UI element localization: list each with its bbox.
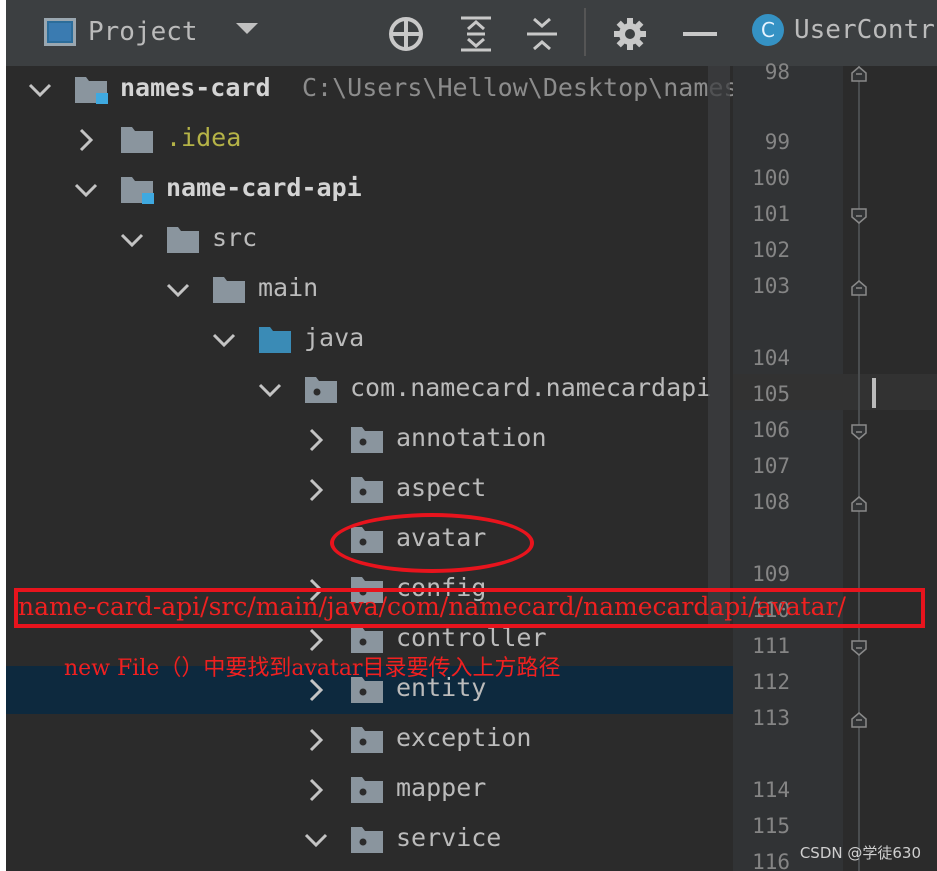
tree-item-path: C:\Users\Hellow\Desktop\names — [302, 73, 733, 102]
tree-item-aspect[interactable]: aspect — [6, 466, 733, 514]
chevron-right-icon[interactable] — [302, 476, 330, 504]
tree-item-exception[interactable]: exception — [6, 716, 733, 764]
annotation-note: new File（）中要找到avatar目录要传入上方路径 — [64, 656, 561, 681]
line-number: 111 — [752, 634, 790, 658]
tree-item-names-card[interactable]: names-card C:\Users\Hellow\Desktop\names — [6, 66, 733, 114]
chevron-down-icon[interactable] — [118, 226, 146, 254]
tree-item-label: annotation — [396, 423, 547, 452]
chevron-down-icon[interactable] — [210, 326, 238, 354]
folder-folder-icon — [166, 224, 200, 254]
line-number: 100 — [752, 166, 790, 190]
fold-marker-icon[interactable] — [851, 712, 867, 728]
chevron-down-icon[interactable] — [72, 176, 100, 204]
line-number: 107 — [752, 454, 790, 478]
tree-item-label: .idea — [166, 123, 242, 152]
line-number: 115 — [752, 814, 790, 838]
tree-scrollbar[interactable] — [708, 66, 730, 626]
fold-marker-icon[interactable] — [851, 66, 867, 82]
collapse-all-icon[interactable] — [522, 14, 562, 54]
line-number: 99 — [764, 130, 790, 154]
package-folder-icon — [350, 474, 384, 504]
line-number: 113 — [752, 706, 790, 730]
line-number: 109 — [752, 562, 790, 586]
chevron-right-icon[interactable] — [302, 776, 330, 804]
gear-icon[interactable] — [610, 14, 650, 54]
watermark: CSDN @学徒630 — [799, 844, 921, 862]
package-folder-icon — [350, 424, 384, 454]
package-folder-icon — [350, 824, 384, 854]
tree-item-annotation[interactable]: annotation — [6, 416, 733, 464]
tree-item-label: service — [396, 823, 502, 852]
chevron-right-icon[interactable] — [302, 726, 330, 754]
source-folder-icon — [258, 324, 292, 354]
line-number: 114 — [752, 778, 790, 802]
minimize-icon[interactable] — [680, 14, 720, 54]
line-number: 102 — [752, 238, 790, 262]
tree-item-java[interactable]: java — [6, 316, 733, 364]
chevron-right-icon[interactable] — [72, 126, 100, 154]
tree-item-mapper[interactable]: mapper — [6, 766, 733, 814]
fold-marker-icon[interactable] — [851, 208, 867, 224]
tree-item-label: com.namecard.namecardapi — [350, 373, 712, 402]
toolbar-separator — [584, 8, 586, 56]
locate-icon[interactable] — [386, 14, 426, 54]
fold-guide — [858, 66, 860, 871]
ide-window: Project C UserContr names-card C:\Users\H… — [6, 0, 937, 871]
line-number: 112 — [752, 670, 790, 694]
tree-item-label: exception — [396, 723, 532, 752]
line-number: 103 — [752, 274, 790, 298]
folder-folder-icon — [212, 274, 246, 304]
dropdown-icon[interactable] — [236, 23, 258, 34]
editor-tab[interactable]: C UserContr — [752, 14, 935, 46]
fold-marker-icon[interactable] — [851, 640, 867, 656]
line-number: 101 — [752, 202, 790, 226]
line-number: 116 — [752, 850, 790, 871]
tree-item-label: java — [304, 323, 365, 352]
class-icon: C — [752, 14, 784, 46]
project-view-icon — [44, 18, 76, 46]
fold-marker-icon[interactable] — [851, 424, 867, 440]
project-tree: names-card C:\Users\Hellow\Desktop\names.… — [6, 66, 733, 871]
package-folder-icon — [304, 374, 338, 404]
tree-item-main[interactable]: main — [6, 266, 733, 314]
line-number: 105 — [752, 382, 790, 406]
package-folder-icon — [350, 774, 384, 804]
tree-item-label: name-card-api — [166, 173, 362, 202]
fold-marker-icon[interactable] — [851, 280, 867, 296]
annotation-path: name-card-api/src/main/java/com/namecard… — [18, 592, 846, 621]
tree-item-label: mapper — [396, 773, 487, 802]
tree-item-label: main — [258, 273, 319, 302]
tree-item-com-namecard-namecardapi[interactable]: com.namecard.namecardapi — [6, 366, 733, 414]
tree-item-name-card-api[interactable]: name-card-api — [6, 166, 733, 214]
chevron-down-icon[interactable] — [26, 76, 54, 104]
line-number: 98 — [764, 60, 790, 84]
fold-marker-icon[interactable] — [851, 496, 867, 512]
tree-item-label: aspect — [396, 473, 487, 502]
line-number: 108 — [752, 490, 790, 514]
folder-folder-icon — [120, 124, 154, 154]
highlight-ellipse — [330, 513, 534, 573]
project-label: Project — [88, 17, 198, 47]
expand-all-icon[interactable] — [456, 14, 496, 54]
tree-item-service[interactable]: service — [6, 816, 733, 864]
chevron-down-icon[interactable] — [164, 276, 192, 304]
chevron-down-icon[interactable] — [256, 376, 284, 404]
line-number: 106 — [752, 418, 790, 442]
project-toolbar: Project C UserContr — [6, 0, 937, 66]
tree-item-label: src — [212, 223, 258, 252]
tab-label: UserContr — [794, 15, 935, 45]
package-folder-icon — [350, 724, 384, 754]
project-view-selector[interactable]: Project — [44, 12, 198, 52]
text-caret — [872, 378, 876, 408]
module-folder-icon — [74, 74, 108, 104]
tree-item--idea[interactable]: .idea — [6, 116, 733, 164]
chevron-down-icon[interactable] — [302, 826, 330, 854]
tree-item-src[interactable]: src — [6, 216, 733, 264]
tree-item-label: names-card — [120, 73, 271, 102]
line-number: 104 — [752, 346, 790, 370]
module-folder-icon — [120, 174, 154, 204]
chevron-right-icon[interactable] — [302, 426, 330, 454]
